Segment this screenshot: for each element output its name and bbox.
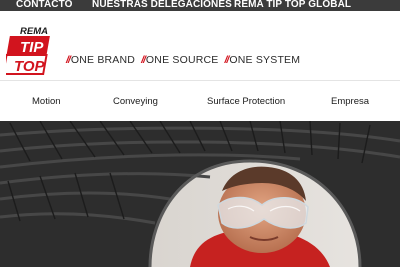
nav-item-surface-protection[interactable]: Surface Protection — [207, 96, 285, 107]
slash-mark: // — [141, 54, 146, 66]
tire-inspection-image — [0, 121, 400, 267]
contact-link[interactable]: CONTACTO — [16, 0, 73, 10]
site-header: REMA TIP TOP // ONE BRAND // ONE SOURCE … — [0, 11, 400, 79]
tagline-text: ONE SYSTEM — [229, 54, 301, 66]
tagline-source: // ONE SOURCE — [141, 54, 218, 66]
global-link[interactable]: REMA TIP TOP GLOBAL — [234, 0, 351, 10]
brand-tagline: // ONE BRAND // ONE SOURCE // ONE SYSTEM — [66, 54, 300, 66]
branches-link[interactable]: NUESTRAS DELEGACIONES — [92, 0, 232, 10]
tagline-text: ONE SOURCE — [145, 54, 219, 66]
rema-tip-top-logo[interactable]: REMA TIP TOP — [6, 24, 62, 80]
logo-text-top: TOP — [14, 58, 46, 75]
top-utility-bar: CONTACTO NUESTRAS DELEGACIONES REMA TIP … — [0, 0, 400, 11]
nav-item-motion[interactable]: Motion — [32, 96, 61, 107]
tagline-text: ONE BRAND — [70, 54, 136, 66]
main-navigation: Motion Conveying Surface Protection Empr… — [0, 81, 400, 121]
hero-banner — [0, 121, 400, 267]
tagline-system: // ONE SYSTEM — [225, 54, 301, 66]
logo-text-rema: REMA — [20, 26, 48, 37]
nav-item-empresa[interactable]: Empresa — [331, 96, 369, 107]
tagline-brand: // ONE BRAND — [66, 54, 135, 66]
slash-mark: // — [66, 54, 71, 66]
nav-item-conveying[interactable]: Conveying — [113, 96, 158, 107]
slash-mark: // — [224, 54, 230, 66]
logo-text-tip: TIP — [20, 39, 44, 56]
